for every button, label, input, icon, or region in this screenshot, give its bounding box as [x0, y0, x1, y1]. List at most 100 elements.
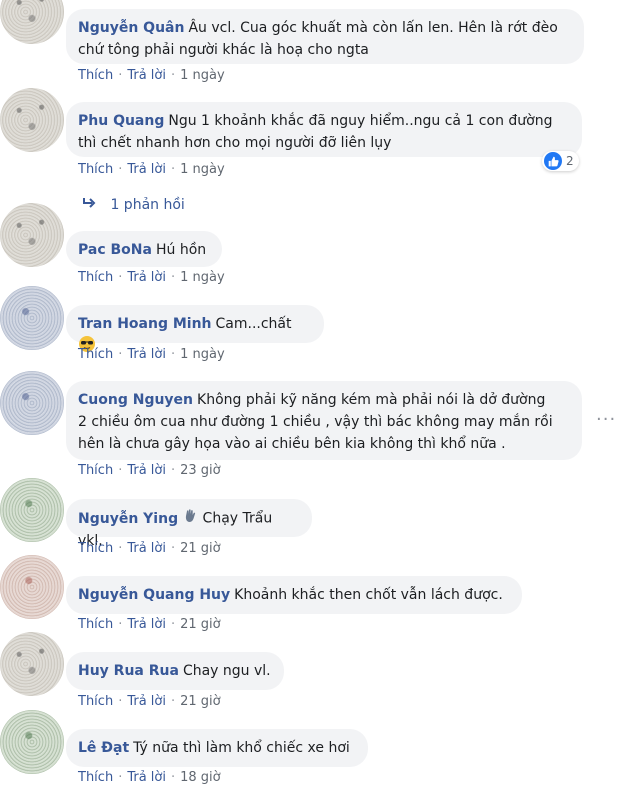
avatar[interactable]: [0, 710, 64, 774]
comment-text: Tý nữa thì làm khổ chiếc xe hơi: [133, 740, 350, 756]
reply-link[interactable]: Trả lời: [127, 270, 166, 285]
comment-text: Hú hồn: [155, 242, 207, 258]
comment-text: chứ tông phải người khác là hoạ cho ngta: [78, 42, 369, 58]
comment-actions: Thích · Trả lời · 1 ngày: [78, 347, 225, 362]
separator: ·: [118, 68, 123, 83]
comment-actions: Thích · Trả lời · 1 ngày: [78, 68, 225, 83]
reply-link[interactable]: Trả lời: [127, 617, 166, 632]
like-link[interactable]: Thích: [78, 463, 113, 478]
separator: ·: [170, 463, 176, 478]
like-link[interactable]: Thích: [78, 270, 113, 285]
comment-bubble: Nguyễn Quân Âu vcl. Cua góc khuất mà còn …: [66, 9, 584, 64]
comment-author[interactable]: Pac BoNa: [78, 242, 152, 258]
reaction-count-value: 2: [566, 154, 574, 168]
more-options-icon[interactable]: ···: [596, 409, 616, 430]
timestamp[interactable]: 1 ngày: [180, 162, 225, 177]
reply-link[interactable]: Trả lời: [127, 68, 166, 83]
comment-actions: Thích · Trả lời · 1 ngày: [78, 270, 225, 285]
timestamp[interactable]: 1 ngày: [180, 270, 225, 285]
like-link[interactable]: Thích: [78, 770, 113, 785]
like-link[interactable]: Thích: [78, 347, 113, 362]
reply-link[interactable]: Trả lời: [127, 162, 166, 177]
comment-actions: Thích · Trả lời · 21 giờ: [78, 694, 221, 709]
comment-author[interactable]: Huy Rua Rua: [78, 663, 179, 679]
timestamp[interactable]: 21 giờ: [180, 694, 221, 709]
separator: ·: [170, 694, 176, 709]
reply-link[interactable]: Trả lời: [127, 463, 166, 478]
comment-author[interactable]: Tran Hoang Minh: [78, 316, 212, 332]
separator: ·: [118, 347, 123, 362]
avatar[interactable]: [0, 478, 64, 542]
comment-thread: Nguyễn Quân Âu vcl. Cua góc khuất mà còn …: [0, 0, 619, 793]
comment-bubble: Nguyễn Quang Huy Khoảnh khắc then chốt vẫ…: [66, 576, 522, 614]
comment-text: Chay ngu vl.: [182, 663, 271, 679]
separator: ·: [170, 270, 176, 285]
view-replies-link[interactable]: 1 phản hồi: [82, 197, 185, 213]
comment-bubble: Cuong Nguyen Không phải kỹ năng kém mà ph…: [66, 381, 582, 460]
reply-link[interactable]: Trả lời: [127, 541, 166, 556]
timestamp[interactable]: 18 giờ: [180, 770, 221, 785]
separator: ·: [118, 694, 123, 709]
comment-text: Không phải kỹ năng kém mà phải nói là dở…: [197, 392, 546, 408]
waving-hand-emoji-icon: [182, 507, 198, 530]
comment-bubble: Pac BoNa Hú hồn: [66, 231, 222, 267]
comment-text: 2 chiều ôm cua như đường 1 chiều , vậy t…: [78, 414, 553, 430]
comment-author[interactable]: Nguyễn Quân: [78, 20, 184, 36]
timestamp[interactable]: 21 giờ: [180, 617, 221, 632]
comment-bubble: Tran Hoang Minh Cam...chất: [66, 305, 324, 352]
separator: ·: [170, 162, 176, 177]
comment-actions: Thích · Trả lời · 23 giờ: [78, 463, 221, 478]
avatar[interactable]: [0, 555, 64, 619]
timestamp[interactable]: 23 giờ: [180, 463, 221, 478]
separator: ·: [170, 347, 176, 362]
like-link[interactable]: Thích: [78, 541, 113, 556]
avatar[interactable]: [0, 286, 64, 350]
comment-bubble: Nguyễn Ying Chạy Trẩu vkl.: [66, 499, 312, 549]
timestamp[interactable]: 1 ngày: [180, 68, 225, 83]
separator: ·: [118, 770, 123, 785]
reply-arrow-icon: [82, 197, 100, 213]
comment-author[interactable]: Lê Đạt: [78, 740, 129, 756]
separator: ·: [118, 541, 123, 556]
reply-link[interactable]: Trả lời: [127, 347, 166, 362]
comment-actions: Thích · Trả lời · 1 ngày: [78, 162, 225, 177]
comment-text: Cam...chất: [215, 316, 292, 332]
reply-link[interactable]: Trả lời: [127, 694, 166, 709]
separator: ·: [118, 617, 123, 632]
reply-link[interactable]: Trả lời: [127, 770, 166, 785]
comment-text: Âu vcl. Cua góc khuất mà còn lấn len. Hê…: [188, 20, 558, 36]
comment-actions: Thích · Trả lời · 21 giờ: [78, 617, 221, 632]
separator: ·: [170, 68, 176, 83]
avatar[interactable]: [0, 0, 64, 44]
separator: ·: [170, 770, 176, 785]
like-link[interactable]: Thích: [78, 694, 113, 709]
avatar[interactable]: [0, 371, 64, 435]
separator: ·: [170, 617, 176, 632]
timestamp[interactable]: 1 ngày: [180, 347, 225, 362]
avatar[interactable]: [0, 88, 64, 152]
comment-actions: Thích · Trả lời · 18 giờ: [78, 770, 221, 785]
separator: ·: [118, 463, 123, 478]
timestamp[interactable]: 21 giờ: [180, 541, 221, 556]
comment-text: Khoảnh khắc then chốt vẫn lách được.: [234, 587, 503, 603]
comment-author[interactable]: Nguyễn Ying: [78, 511, 178, 527]
reaction-count[interactable]: 2: [542, 151, 579, 171]
like-link[interactable]: Thích: [78, 617, 113, 632]
separator: ·: [170, 541, 176, 556]
comment-text: hên là chưa gây họa vào ai chiều bên kia…: [78, 436, 506, 452]
avatar[interactable]: [0, 203, 64, 267]
comment-bubble: Lê Đạt Tý nữa thì làm khổ chiếc xe hơi: [66, 729, 368, 767]
like-thumb-icon: [544, 152, 562, 170]
like-link[interactable]: Thích: [78, 68, 113, 83]
avatar[interactable]: [0, 632, 64, 696]
comment-author[interactable]: Nguyễn Quang Huy: [78, 587, 230, 603]
comment-bubble: Huy Rua Rua Chay ngu vl.: [66, 652, 284, 690]
comment-text: Ngu 1 khoảnh khắc đã nguy hiểm..ngu cả 1…: [168, 113, 553, 129]
comment-text: thì chết nhanh hơn cho mọi người đỡ liên…: [78, 135, 392, 151]
comment-author[interactable]: Cuong Nguyen: [78, 392, 193, 408]
comment-bubble: Phu Quang Ngu 1 khoảnh khắc đã nguy hiểm.…: [66, 102, 582, 157]
comment-author[interactable]: Phu Quang: [78, 113, 164, 129]
comment-actions: Thích · Trả lời · 21 giờ: [78, 541, 221, 556]
like-link[interactable]: Thích: [78, 162, 113, 177]
replies-count: 1 phản hồi: [110, 197, 185, 213]
